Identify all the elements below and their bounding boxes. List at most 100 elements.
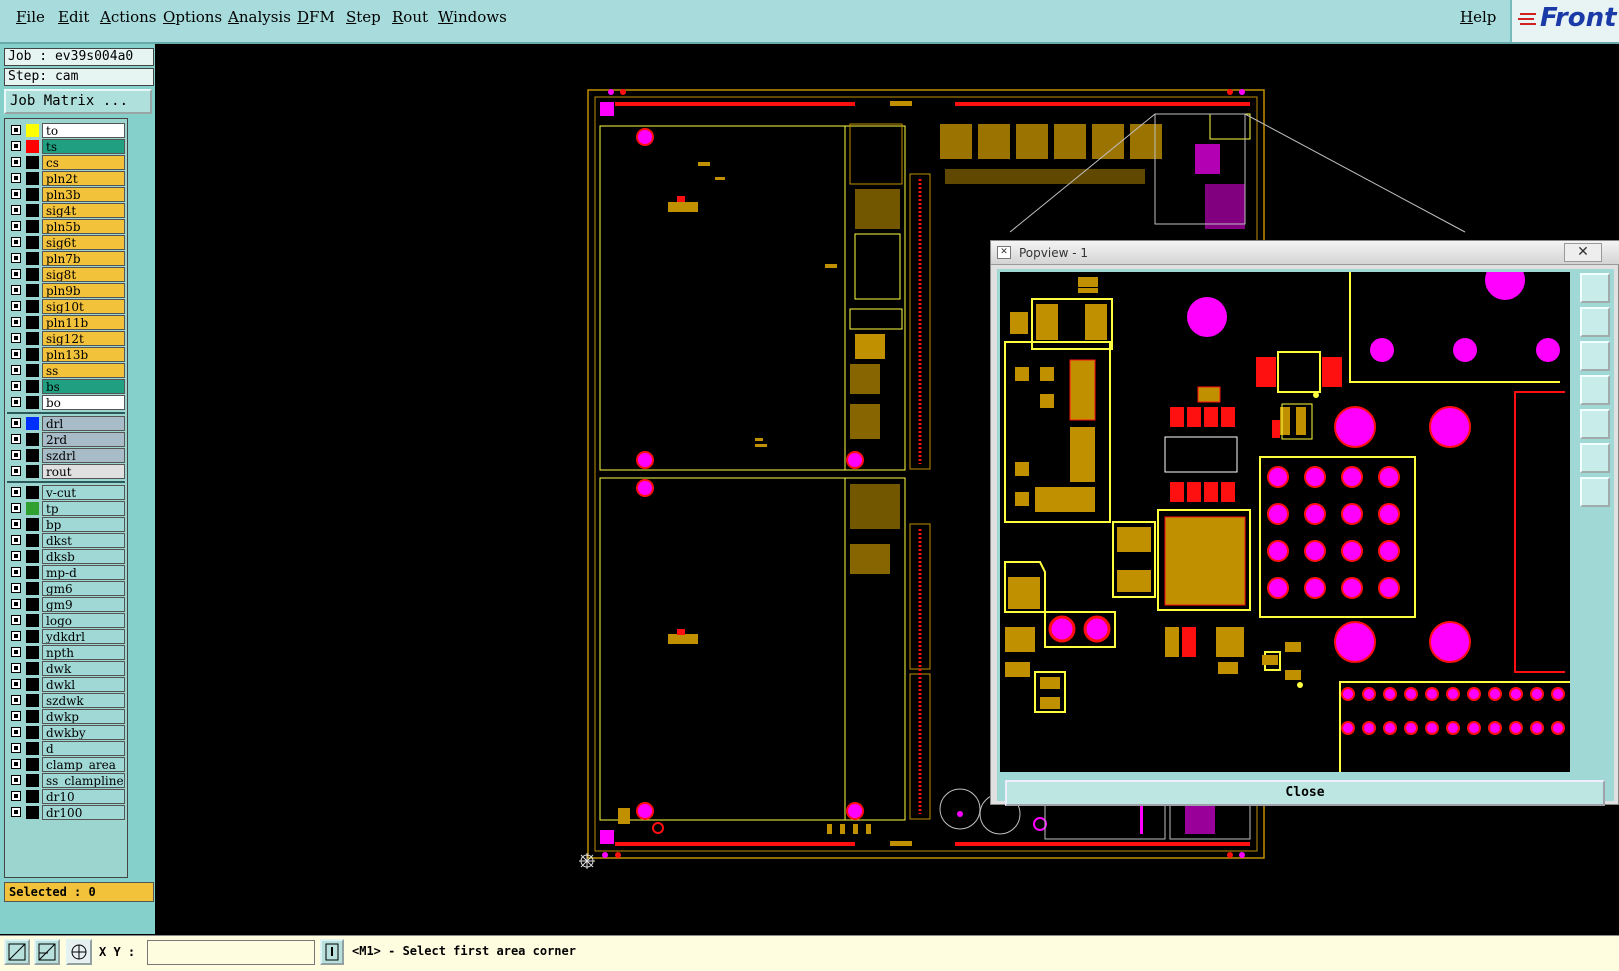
- xy-input[interactable]: [147, 940, 315, 965]
- menu-dfm[interactable]: DFM: [297, 8, 335, 26]
- popview-pan-right-icon[interactable]: [1580, 409, 1610, 439]
- layer-checkbox[interactable]: [11, 285, 21, 295]
- layer-row[interactable]: pln13b: [7, 347, 125, 362]
- layer-color-swatch[interactable]: [26, 300, 39, 313]
- layer-color-swatch[interactable]: [26, 124, 39, 137]
- layer-row[interactable]: dwkl: [7, 677, 125, 692]
- layer-checkbox[interactable]: [11, 269, 21, 279]
- layer-color-swatch[interactable]: [26, 172, 39, 185]
- layer-row[interactable]: szdwk: [7, 693, 125, 708]
- popview-zoom-out-icon[interactable]: [1580, 477, 1610, 507]
- layer-color-swatch[interactable]: [26, 284, 39, 297]
- layer-row[interactable]: dksb: [7, 549, 125, 564]
- layer-name[interactable]: drl: [42, 416, 125, 431]
- layer-color-swatch[interactable]: [26, 268, 39, 281]
- layer-row[interactable]: dkst: [7, 533, 125, 548]
- layer-checkbox[interactable]: [11, 791, 21, 801]
- snap-tool-icon[interactable]: [34, 939, 60, 965]
- layer-checkbox[interactable]: [11, 434, 21, 444]
- layer-color-swatch[interactable]: [26, 486, 39, 499]
- layer-row[interactable]: bp: [7, 517, 125, 532]
- layer-checkbox[interactable]: [11, 679, 21, 689]
- menu-rout[interactable]: Rout: [392, 8, 428, 26]
- layer-color-swatch[interactable]: [26, 433, 39, 446]
- layer-color-swatch[interactable]: [26, 806, 39, 819]
- layer-row[interactable]: gm9: [7, 597, 125, 612]
- layer-name[interactable]: dwkp: [42, 709, 125, 724]
- layer-color-swatch[interactable]: [26, 566, 39, 579]
- layer-name[interactable]: dwk: [42, 661, 125, 676]
- layer-checkbox[interactable]: [11, 663, 21, 673]
- layer-name[interactable]: pln7b: [42, 251, 125, 266]
- layer-checkbox[interactable]: [11, 418, 21, 428]
- layer-name[interactable]: sig6t: [42, 235, 125, 250]
- layer-color-swatch[interactable]: [26, 582, 39, 595]
- layer-row[interactable]: logo: [7, 613, 125, 628]
- popview-zoom-in-icon[interactable]: [1580, 443, 1610, 473]
- layer-name[interactable]: pln3b: [42, 187, 125, 202]
- info-icon[interactable]: [320, 939, 344, 965]
- layer-name[interactable]: ss: [42, 363, 125, 378]
- layer-color-swatch[interactable]: [26, 694, 39, 707]
- layer-row[interactable]: dr100: [7, 805, 125, 820]
- layer-name[interactable]: sig4t: [42, 203, 125, 218]
- menu-edit[interactable]: Edit: [58, 8, 89, 26]
- layer-name[interactable]: npth: [42, 645, 125, 660]
- layer-checkbox[interactable]: [11, 205, 21, 215]
- layer-color-swatch[interactable]: [26, 364, 39, 377]
- layer-checkbox[interactable]: [11, 647, 21, 657]
- layer-color-swatch[interactable]: [26, 710, 39, 723]
- layer-color-swatch[interactable]: [26, 380, 39, 393]
- popview-zoom-icon[interactable]: [1580, 273, 1610, 303]
- layer-name[interactable]: bp: [42, 517, 125, 532]
- layer-row[interactable]: dwkby: [7, 725, 125, 740]
- layer-color-swatch[interactable]: [26, 220, 39, 233]
- layer-checkbox[interactable]: [11, 567, 21, 577]
- layer-name[interactable]: dksb: [42, 549, 125, 564]
- layer-name[interactable]: d: [42, 741, 125, 756]
- layer-row[interactable]: d: [7, 741, 125, 756]
- layer-color-swatch[interactable]: [26, 742, 39, 755]
- layer-checkbox[interactable]: [11, 743, 21, 753]
- layer-row[interactable]: pln5b: [7, 219, 125, 234]
- layer-checkbox[interactable]: [11, 157, 21, 167]
- layer-name[interactable]: clamp_area: [42, 757, 125, 772]
- layer-row[interactable]: drl: [7, 416, 125, 431]
- layer-color-swatch[interactable]: [26, 518, 39, 531]
- layer-row[interactable]: gm6: [7, 581, 125, 596]
- layer-row[interactable]: 2rd: [7, 432, 125, 447]
- layer-name[interactable]: v-cut: [42, 485, 125, 500]
- layer-row[interactable]: mp-d: [7, 565, 125, 580]
- layer-row[interactable]: sig8t: [7, 267, 125, 282]
- layer-name[interactable]: ts: [42, 139, 125, 154]
- layer-checkbox[interactable]: [11, 695, 21, 705]
- measure-tool-icon[interactable]: [4, 939, 30, 965]
- layer-name[interactable]: pln11b: [42, 315, 125, 330]
- layer-color-swatch[interactable]: [26, 348, 39, 361]
- layer-row[interactable]: szdrl: [7, 448, 125, 463]
- layer-checkbox[interactable]: [11, 317, 21, 327]
- layer-color-swatch[interactable]: [26, 502, 39, 515]
- layer-checkbox[interactable]: [11, 807, 21, 817]
- popview-close-icon[interactable]: ✕: [1564, 243, 1602, 262]
- layer-checkbox[interactable]: [11, 775, 21, 785]
- layer-checkbox[interactable]: [11, 221, 21, 231]
- menu-options[interactable]: Options: [163, 8, 222, 26]
- layer-checkbox[interactable]: [11, 381, 21, 391]
- layer-row[interactable]: sig4t: [7, 203, 125, 218]
- layer-checkbox[interactable]: [11, 759, 21, 769]
- layer-row[interactable]: pln2t: [7, 171, 125, 186]
- layer-color-swatch[interactable]: [26, 726, 39, 739]
- layer-row[interactable]: npth: [7, 645, 125, 660]
- menu-actions[interactable]: Actions: [100, 8, 156, 26]
- layer-checkbox[interactable]: [11, 365, 21, 375]
- layer-checkbox[interactable]: [11, 301, 21, 311]
- layer-name[interactable]: mp-d: [42, 565, 125, 580]
- layer-row[interactable]: clamp_area: [7, 757, 125, 772]
- layer-name[interactable]: pln2t: [42, 171, 125, 186]
- layer-name[interactable]: tp: [42, 501, 125, 516]
- layer-color-swatch[interactable]: [26, 678, 39, 691]
- layer-name[interactable]: dkst: [42, 533, 125, 548]
- layer-color-swatch[interactable]: [26, 156, 39, 169]
- layer-checkbox[interactable]: [11, 519, 21, 529]
